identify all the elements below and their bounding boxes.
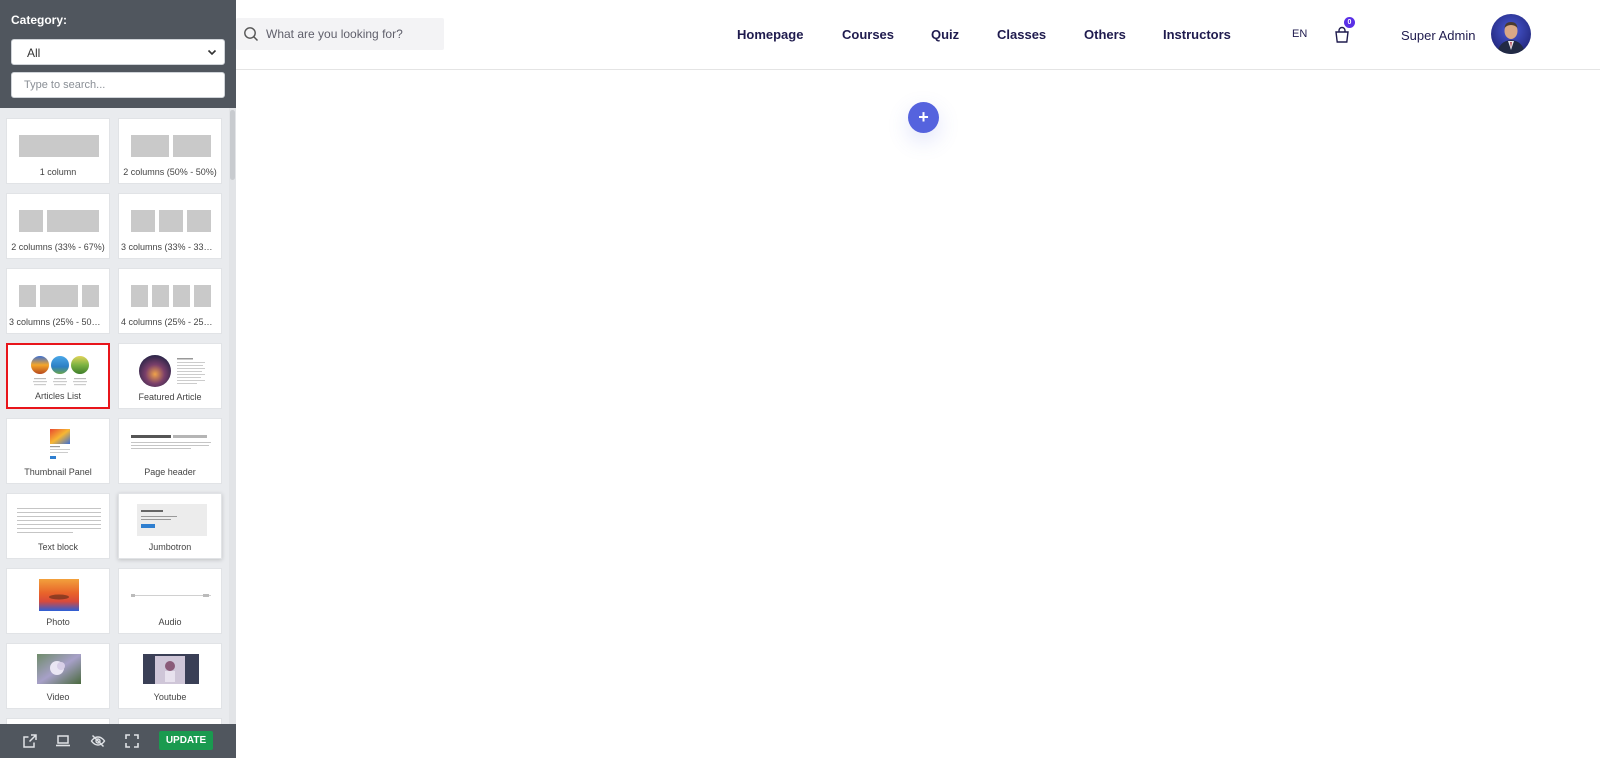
site-search-input[interactable]: What are you looking for? (236, 18, 444, 50)
block-page-header[interactable]: Page header (118, 418, 222, 484)
block-preview (129, 652, 213, 692)
block-label: Video (46, 692, 70, 702)
nav-instructors[interactable]: Instructors (1163, 27, 1231, 42)
category-select-value: All (27, 46, 41, 60)
update-button[interactable]: UPDATE (159, 731, 213, 750)
eye-off-icon[interactable] (90, 733, 106, 749)
block-thumbnail-panel[interactable]: Thumbnail Panel (6, 418, 110, 484)
user-name[interactable]: Super Admin (1401, 28, 1475, 43)
block-label: Photo (46, 617, 70, 627)
sidebar-footer: UPDATE (0, 724, 236, 758)
block-text-block[interactable]: Text block (6, 493, 110, 559)
block-youtube[interactable]: Youtube (118, 643, 222, 709)
shopping-bag-icon[interactable] (1333, 26, 1351, 44)
external-link-icon[interactable] (22, 733, 38, 749)
block-label: Articles List (34, 391, 81, 401)
block-label: 3 columns (25% - 50% - 25%) (9, 317, 107, 327)
block-3-columns-25-50-25[interactable]: 3 columns (25% - 50% - 25%) (6, 268, 110, 334)
block-preview (129, 127, 213, 167)
site-search-placeholder: What are you looking for? (266, 27, 403, 41)
block-4-columns-25[interactable]: 4 columns (25% - 25% - 25% - 25%) (118, 268, 222, 334)
block-1-column[interactable]: 1 column (6, 118, 110, 184)
block-video[interactable]: Video (6, 643, 110, 709)
block-preview (17, 127, 101, 167)
search-icon (244, 27, 259, 42)
block-grid: 1 column 2 columns (50% - 50%) 2 columns… (0, 108, 228, 724)
block-preview (17, 502, 101, 542)
laptop-icon[interactable] (55, 733, 71, 749)
sidebar-scrollbar[interactable] (229, 108, 236, 724)
block-preview (18, 353, 102, 393)
nav-courses[interactable]: Courses (842, 27, 894, 42)
block-label: Youtube (153, 692, 187, 702)
block-label: 2 columns (50% - 50%) (123, 167, 217, 177)
block-jumbotron[interactable]: Jumbotron (118, 493, 222, 559)
block-preview (129, 352, 213, 392)
builder-sidebar: Category: All 1 column 2 columns (50% - … (0, 0, 236, 758)
block-photo[interactable]: Photo (6, 568, 110, 634)
chevron-down-icon (207, 49, 217, 56)
category-label: Category: (11, 13, 68, 27)
block-label: Text block (37, 542, 79, 552)
fullscreen-icon[interactable] (124, 733, 140, 749)
block-audio[interactable]: Audio (118, 568, 222, 634)
block-label: Audio (158, 617, 182, 627)
block-preview (129, 277, 213, 317)
block-featured-article[interactable]: Featured Article (118, 343, 222, 409)
block-3-columns-33[interactable]: 3 columns (33% - 33% - 33%) (118, 193, 222, 259)
block-label: 3 columns (33% - 33% - 33%) (121, 242, 219, 252)
nav-quiz[interactable]: Quiz (931, 27, 959, 42)
category-select[interactable]: All (11, 39, 225, 65)
block-label: 4 columns (25% - 25% - 25% - 25%) (121, 317, 219, 327)
block-preview (129, 427, 213, 467)
block-preview (129, 202, 213, 242)
block-preview (17, 652, 101, 692)
add-block-button[interactable]: + (908, 102, 939, 133)
language-switch[interactable]: EN (1292, 28, 1307, 40)
block-label: 2 columns (33% - 67%) (11, 242, 105, 252)
block-preview (17, 427, 101, 467)
nav-others[interactable]: Others (1084, 27, 1126, 42)
top-navbar: What are you looking for? Homepage Cours… (236, 0, 1600, 70)
sidebar-header: Category: All (0, 0, 236, 108)
block-preview (129, 502, 213, 542)
block-2-columns-50-50[interactable]: 2 columns (50% - 50%) (118, 118, 222, 184)
block-label: Featured Article (138, 392, 202, 402)
block-preview (17, 202, 101, 242)
block-preview (17, 577, 101, 617)
nav-classes[interactable]: Classes (997, 27, 1046, 42)
avatar[interactable] (1491, 14, 1531, 54)
block-label: Jumbotron (148, 542, 192, 552)
scrollbar-thumb[interactable] (230, 110, 235, 180)
block-label: Page header (144, 467, 196, 477)
block-2-columns-33-67[interactable]: 2 columns (33% - 67%) (6, 193, 110, 259)
block-preview (129, 577, 213, 617)
block-label: Thumbnail Panel (24, 467, 92, 477)
block-label: 1 column (39, 167, 77, 177)
block-articles-list[interactable]: Articles List (6, 343, 110, 409)
cart-count-badge: 0 (1344, 17, 1355, 28)
nav-homepage[interactable]: Homepage (737, 27, 803, 42)
block-preview (17, 277, 101, 317)
block-search-input[interactable] (11, 72, 225, 98)
